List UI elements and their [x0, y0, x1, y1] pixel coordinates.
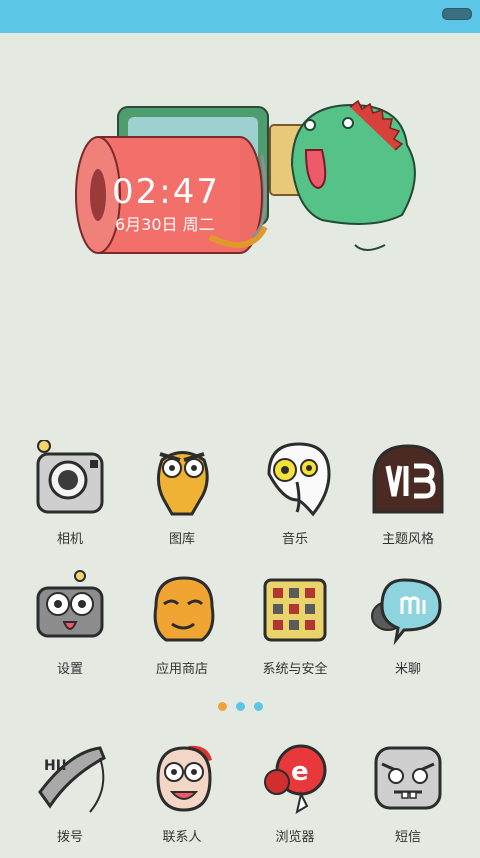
app-themes[interactable]: 主题风格 [353, 440, 463, 560]
page-dot-active[interactable] [218, 702, 227, 711]
clock-time: 02:47 [112, 172, 220, 212]
music-icon [267, 442, 331, 517]
app-label: 联系人 [162, 830, 202, 845]
app-store-icon [153, 576, 215, 642]
svg-text:HI!: HI! [44, 758, 67, 774]
app-label: 拨号 [56, 830, 83, 845]
page-dot[interactable] [254, 702, 263, 711]
themes-icon [372, 444, 444, 514]
app-browser[interactable]: e 浏览器 [240, 738, 350, 858]
app-music[interactable]: 音乐 [240, 440, 350, 560]
app-label: 相机 [56, 532, 83, 547]
app-label: 系统与安全 [262, 662, 328, 677]
page-dot[interactable] [236, 702, 245, 711]
app-label: 短信 [394, 830, 421, 845]
miliao-icon [371, 578, 442, 646]
messages-icon [374, 746, 442, 810]
gallery-icon [157, 451, 209, 516]
page-indicator[interactable] [218, 702, 266, 712]
battery-icon [442, 8, 472, 20]
app-phone[interactable]: HI! 拨号 [15, 738, 125, 858]
status-bar [0, 0, 480, 33]
svg-text:e: e [291, 757, 309, 787]
app-camera[interactable]: 相机 [15, 440, 125, 560]
phone-icon: HI! [38, 746, 106, 813]
app-label: 米聊 [394, 662, 421, 677]
app-settings[interactable]: 设置 [15, 570, 125, 690]
app-label: 设置 [56, 662, 83, 677]
browser-icon: e [264, 744, 327, 815]
security-icon [263, 578, 327, 642]
app-security[interactable]: 系统与安全 [240, 570, 350, 690]
app-contacts[interactable]: 联系人 [127, 738, 237, 858]
app-gallery[interactable]: 图库 [127, 440, 237, 560]
app-label: 音乐 [281, 532, 308, 547]
app-label: 主题风格 [381, 532, 434, 547]
app-messages[interactable]: 短信 [353, 738, 463, 858]
app-label: 图库 [168, 532, 195, 547]
clock-date: 6月30日 周二 [115, 215, 215, 234]
camera-icon [36, 440, 104, 514]
app-miliao[interactable]: 米聊 [353, 570, 463, 690]
app-store[interactable]: 应用商店 [127, 570, 237, 690]
app-label: 应用商店 [155, 662, 208, 677]
contacts-icon [156, 745, 212, 812]
app-label: 浏览器 [275, 830, 315, 845]
settings-icon [36, 570, 104, 638]
